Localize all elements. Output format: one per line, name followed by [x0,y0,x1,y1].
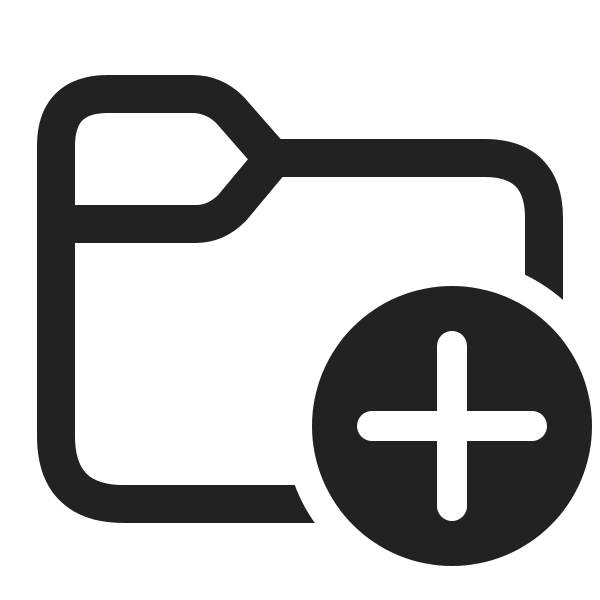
add-badge [312,286,592,566]
icon-canvas [0,0,600,600]
folder-add-icon [37,75,592,566]
